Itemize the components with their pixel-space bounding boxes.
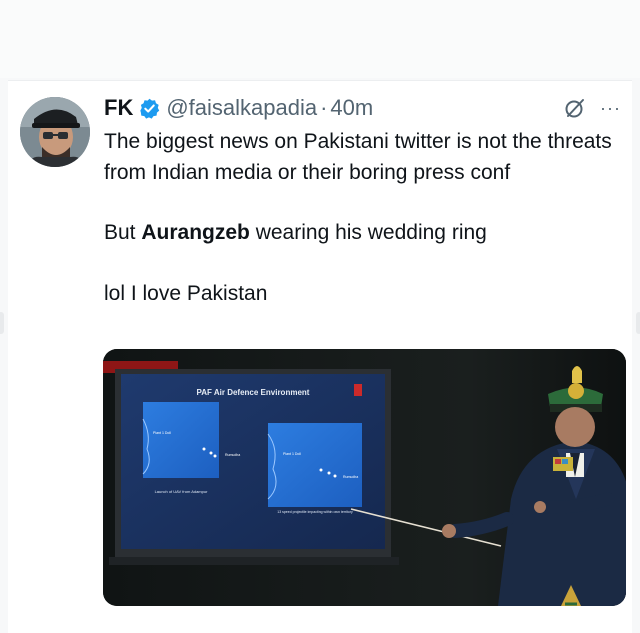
tweet-paragraph-1: The biggest news on Pakistani twitter is… <box>104 130 612 184</box>
screen-title: PAF Air Defence Environment <box>197 388 310 397</box>
map-panel-2 <box>268 423 362 507</box>
map1-caption: Launch of UAV from Adampur <box>155 489 209 494</box>
map2-caption: 13 speed projectile impacting within own… <box>277 510 353 514</box>
separator-dot: · <box>320 95 328 120</box>
paragraph-2-suffix: wearing his wedding ring <box>249 221 487 244</box>
avatar[interactable] <box>20 97 90 167</box>
map2-label-2: Rumudha <box>343 475 358 479</box>
timestamp[interactable]: 40m <box>330 95 373 121</box>
paragraph-2-prefix: But <box>104 221 142 244</box>
right-edge-handle <box>636 312 640 334</box>
grok-icon[interactable] <box>564 97 586 119</box>
author-handle[interactable]: @faisalkapadia <box>166 95 317 121</box>
tweet-paragraph-3: lol I love Pakistan <box>104 281 268 305</box>
left-edge-handle <box>0 312 4 334</box>
mention-aurangzeb: Aurangzeb <box>141 221 250 244</box>
user-avatar-icon <box>20 97 90 167</box>
emblem-icon <box>572 366 582 383</box>
tweet-header: FK @faisalkapadia · 40m <box>104 94 373 122</box>
more-icon[interactable]: ··· <box>600 98 621 119</box>
author-name[interactable]: FK <box>104 95 133 121</box>
map1-label-2: Rumudha <box>225 453 240 457</box>
tweet-media-image[interactable]: PAF Air Defence Environment Plant 1 Doll… <box>103 349 626 606</box>
north-arrow-icon <box>354 384 362 396</box>
verified-badge-icon[interactable] <box>139 98 160 119</box>
top-band <box>0 0 640 78</box>
map1-label-1: Plant 1 Doll <box>153 431 171 435</box>
tweet-paragraph-2: But Aurangzeb wearing his wedding ring <box>104 218 614 249</box>
map-panel-1 <box>143 402 219 478</box>
tweet-body: The biggest news on Pakistani twitter is… <box>104 127 614 309</box>
map2-label-1: Plant 1 Doll <box>283 452 301 456</box>
